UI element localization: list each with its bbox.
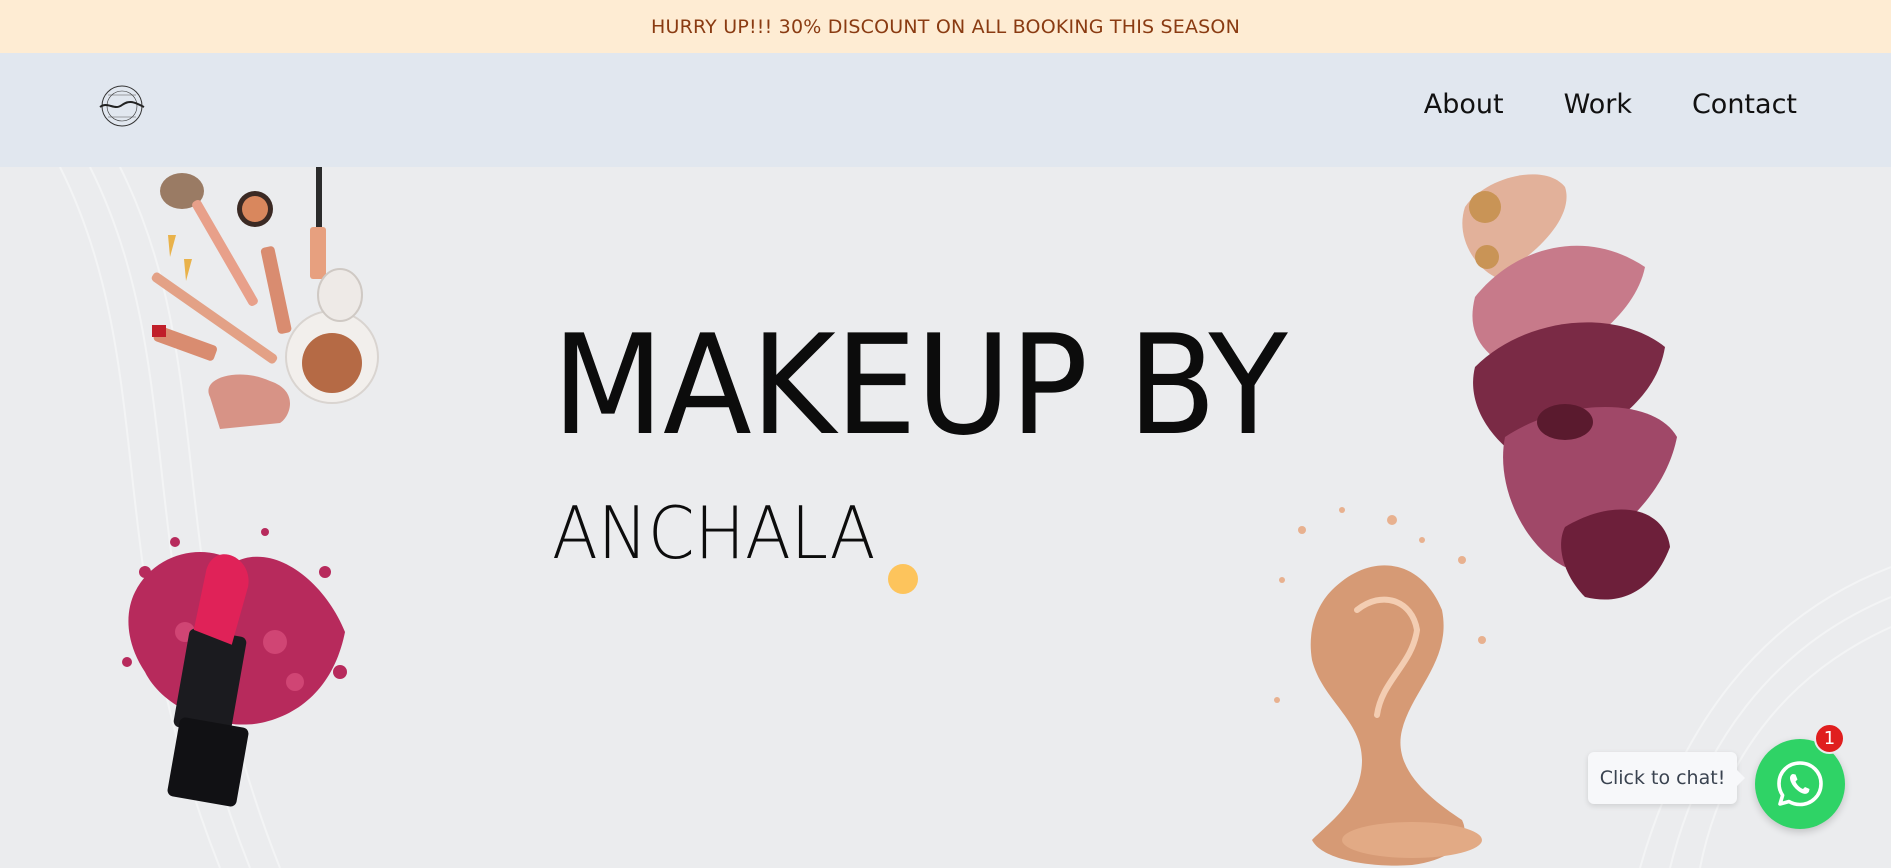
nav-work-link[interactable]: Work bbox=[1564, 89, 1632, 120]
hero-subtitle: ANCHALA bbox=[552, 491, 876, 575]
chat-prompt-label: Click to chat! bbox=[1599, 767, 1726, 789]
lipstick-image bbox=[122, 528, 347, 807]
logo-icon[interactable] bbox=[94, 83, 150, 129]
nav-about-link[interactable]: About bbox=[1424, 89, 1504, 120]
makeup-tools-image bbox=[151, 167, 379, 429]
chat-notification-badge: 1 bbox=[1814, 723, 1845, 754]
accent-dot bbox=[888, 564, 918, 594]
main-nav: About Work Contact bbox=[1424, 89, 1797, 120]
hero-title: MAKEUP BY bbox=[552, 305, 1288, 466]
chat-prompt-bubble[interactable]: Click to chat! bbox=[1588, 752, 1745, 804]
promo-text: HURRY UP!!! 30% DISCOUNT ON ALL BOOKING … bbox=[651, 15, 1240, 38]
foundation-splash-image bbox=[1274, 507, 1486, 866]
whatsapp-icon bbox=[1777, 761, 1823, 807]
nav-contact-link[interactable]: Contact bbox=[1692, 89, 1797, 120]
promo-banner: HURRY UP!!! 30% DISCOUNT ON ALL BOOKING … bbox=[0, 0, 1891, 53]
site-header: About Work Contact bbox=[0, 53, 1891, 167]
